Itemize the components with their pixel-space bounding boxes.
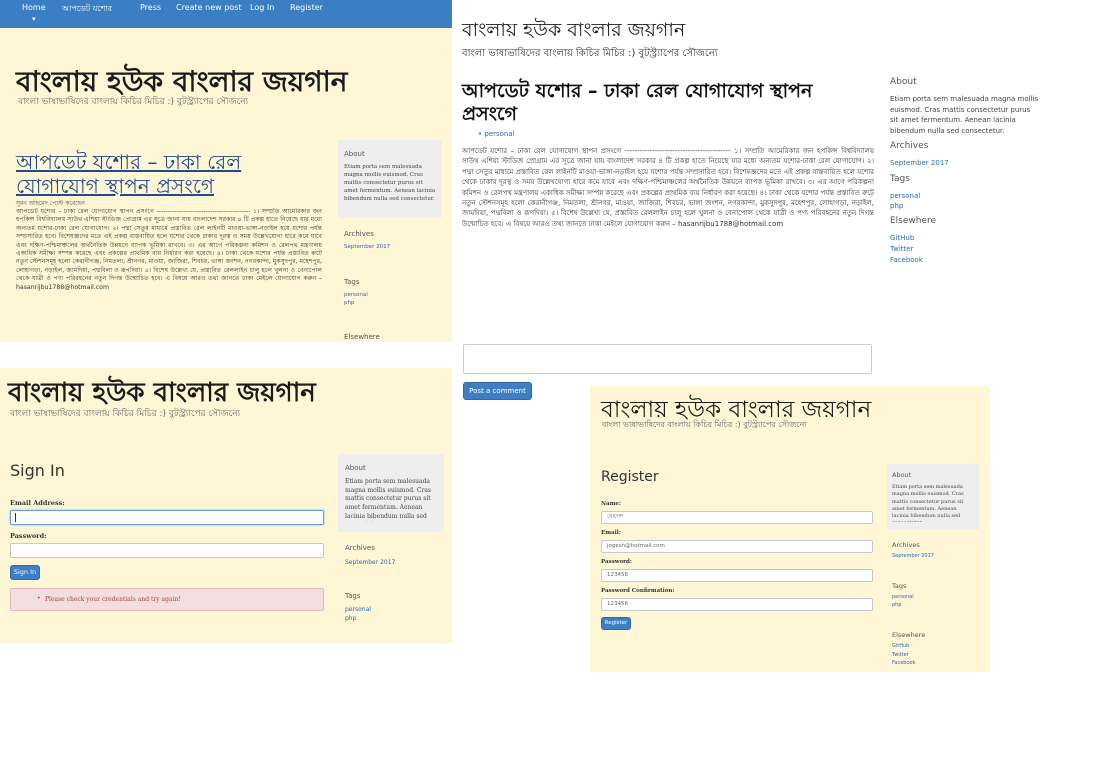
about-text: Etiam porta sem malesuada magna mollis e… [892, 484, 964, 522]
archives-heading: Archives [892, 541, 920, 549]
archive-link[interactable]: September 2017 [345, 559, 395, 566]
tag-php-link[interactable]: php [892, 602, 902, 608]
tag-personal-link[interactable]: personal [892, 594, 914, 600]
tags-heading: Tags [345, 592, 361, 600]
site-tagline: বাংলা ভাষাভাষিদের বাংলায় কিচির মিচির :)… [602, 420, 807, 429]
archives-heading: Archives [345, 544, 375, 552]
post-comment-button[interactable]: Post a comment [463, 382, 532, 400]
nav-create-post-link[interactable]: Create new post [176, 3, 241, 12]
tag-php-link[interactable]: php [890, 202, 903, 210]
site-tagline: বাংলা ভাষাভাষিদের বাংলায় কিচির মিচির :)… [462, 48, 718, 59]
archive-link[interactable]: September 2017 [892, 553, 934, 559]
password-label: Password: [601, 559, 632, 565]
archive-link[interactable]: September 2017 [344, 244, 390, 250]
nav-jessore-link[interactable]: আপডেট যশোর [62, 3, 112, 16]
twitter-link[interactable]: Twitter [892, 652, 909, 658]
about-heading: About [345, 464, 366, 472]
github-link[interactable]: GitHub [892, 643, 909, 649]
site-tagline: বাংলা ভাষাভাষিদের বাংলায় কিচির মিচির :)… [18, 97, 249, 107]
nav-home-link[interactable]: Home [22, 3, 46, 12]
facebook-link[interactable]: Facebook [890, 256, 923, 264]
comment-textarea[interactable] [463, 344, 872, 374]
text-cursor-icon [15, 513, 16, 522]
archives-heading: Archives [890, 141, 929, 151]
email-label: Email Address: [10, 499, 65, 507]
screenshot-home: Home আপডেট যশোর Press Create new post Lo… [0, 0, 452, 342]
password-input[interactable]: 123456 [601, 569, 873, 582]
about-text: Etiam porta sem malesuada magna mollis e… [890, 95, 1039, 135]
sidebar-about: About Etiam porta sem malesuada magna mo… [338, 454, 444, 532]
tags-heading: Tags [344, 278, 360, 286]
tags-heading: Tags [890, 174, 910, 184]
facebook-link[interactable]: Facebook [892, 660, 916, 666]
screenshot-signin: বাংলায় হউক বাংলার জয়গান বাংলা ভাষাভাষি… [0, 368, 452, 643]
tag-php-link[interactable]: php [345, 615, 356, 622]
sidebar-about: About Etiam porta sem malesuada magna mo… [887, 464, 979, 530]
about-heading: About [344, 150, 365, 158]
screenshot-register: বাংলায় হউক বাংলার জয়গান বাংলা ভাষাভাষি… [590, 386, 990, 672]
github-link[interactable]: GitHub [890, 234, 914, 242]
email-label: Email: [601, 530, 621, 536]
nav-register-link[interactable]: Register [290, 3, 323, 12]
name-label: Name: [601, 501, 621, 507]
signin-error-text: Please check your credentials and try ag… [45, 596, 181, 603]
password-confirm-label: Password Confirmation: [601, 588, 675, 594]
post-body: আপডেট যশোর – ঢাকা রেল যোগাযোগ স্থাপন প্র… [462, 147, 874, 228]
password-confirm-input[interactable]: 123456 [601, 598, 873, 611]
tag-personal-link[interactable]: personal [345, 606, 371, 613]
site-title[interactable]: বাংলায় হউক বাংলার জয়গান [462, 16, 685, 48]
nav-login-link[interactable]: Log In [250, 3, 274, 12]
screenshot-post-detail: বাংলায় হউক বাংলার জয়গান বাংলা ভাষাভাষি… [452, 0, 1097, 405]
tag-personal-link[interactable]: personal [890, 192, 920, 200]
nav-press-link[interactable]: Press [140, 3, 161, 12]
name-input[interactable]: যোগেশ [601, 511, 873, 524]
tags-heading: Tags [892, 582, 907, 590]
signin-error-alert: • Please check your credentials and try … [10, 588, 324, 611]
register-heading: Register [601, 469, 659, 485]
archive-link[interactable]: September 2017 [890, 159, 949, 167]
alert-bullet-icon: • [37, 595, 41, 602]
register-button[interactable]: Register [601, 617, 631, 630]
about-text: Etiam porta sem malesuada magna mollis e… [345, 478, 431, 522]
twitter-link[interactable]: Twitter [890, 245, 913, 253]
site-tagline: বাংলা ভাষাভাষিদের বাংলায় কিচির মিচির :)… [10, 409, 241, 419]
post-excerpt: আপডেট যশোর – ঢাকা রেল যোগাযোগ স্থাপন প্র… [16, 208, 322, 291]
elsewhere-heading: Elsewhere [892, 631, 926, 639]
bullet-icon: • [478, 130, 483, 138]
nav-active-caret-icon: ▾ [32, 15, 36, 23]
sidebar-about: About Etiam porta sem malesuada magna mo… [338, 140, 442, 218]
signin-heading: Sign In [10, 461, 65, 480]
email-input[interactable] [10, 510, 324, 525]
post-tag-bullet: • personal [478, 130, 515, 138]
post-tag-link[interactable]: personal [484, 130, 514, 138]
tag-personal-link[interactable]: personal [344, 292, 368, 298]
about-heading: About [892, 471, 912, 479]
elsewhere-heading: Elsewhere [890, 216, 937, 226]
password-input[interactable] [10, 543, 324, 558]
archives-heading: Archives [344, 230, 374, 238]
signin-button[interactable]: Sign In [10, 565, 40, 580]
navbar: Home আপডেট যশোর Press Create new post Lo… [0, 0, 452, 28]
elsewhere-heading: Elsewhere [344, 333, 380, 341]
about-heading: About [890, 77, 917, 87]
tag-php-link[interactable]: php [344, 300, 354, 306]
email-input[interactable]: jogesh@hotmail.com [601, 540, 873, 553]
post-title: আপডেট যশোর – ঢাকা রেল যোগাযোগ স্থাপন প্র… [462, 80, 813, 125]
post-title-link[interactable]: আপডেট যশোর – ঢাকা রেল যোগাযোগ স্থাপন প্র… [16, 150, 316, 198]
about-text: Etiam porta sem malesuada magna mollis e… [344, 164, 436, 202]
password-label: Password: [10, 532, 47, 540]
